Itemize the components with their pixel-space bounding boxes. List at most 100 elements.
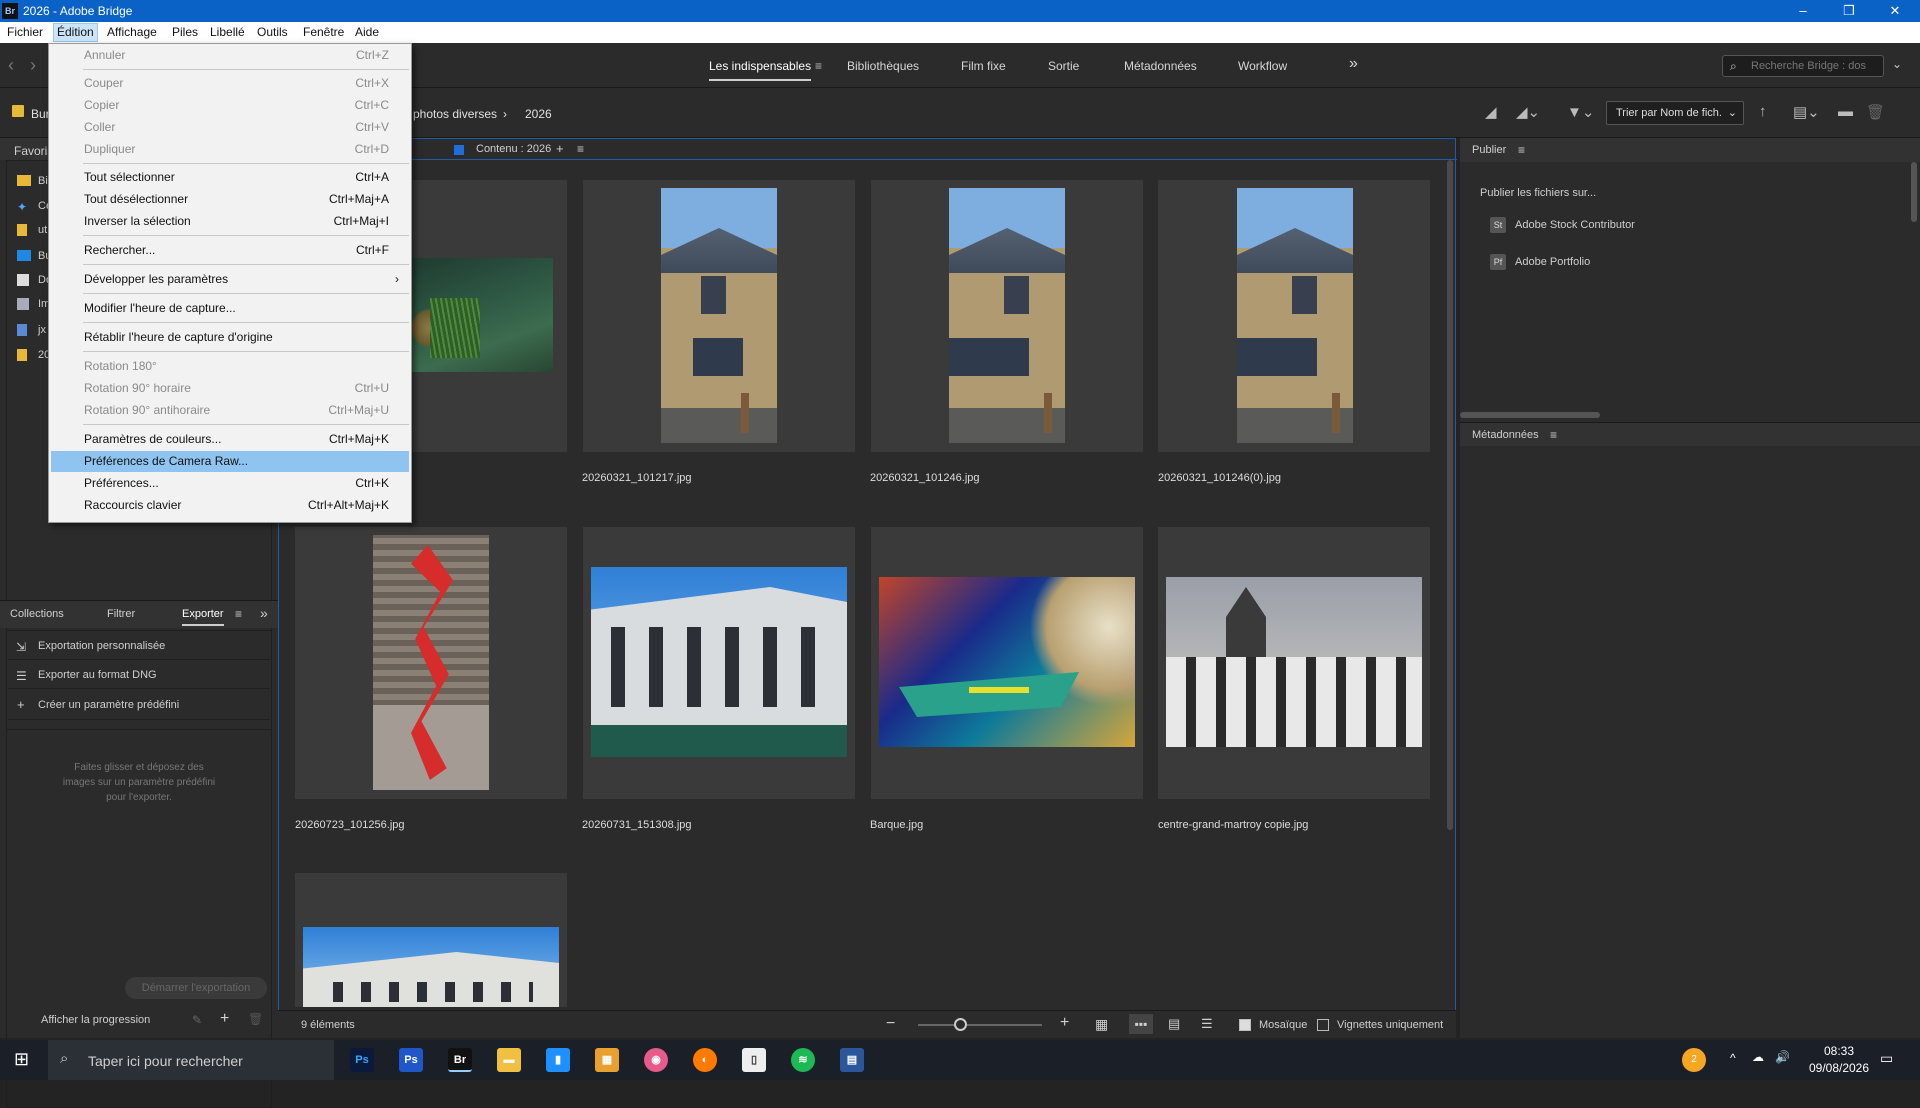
menu-item-copier[interactable]: Copier Ctrl+C bbox=[51, 95, 409, 116]
grid-lock-icon[interactable]: ▦ bbox=[1095, 1016, 1108, 1033]
more-workspaces-icon[interactable]: » bbox=[1349, 55, 1358, 73]
publish-service-portfolio[interactable]: Pf Adobe Portfolio bbox=[1490, 252, 1890, 274]
quality-icon[interactable]: ◢ bbox=[1485, 103, 1497, 121]
export-custom-item[interactable]: ⇲ Exportation personnalisée bbox=[8, 632, 270, 660]
thumbnail-cell[interactable] bbox=[871, 180, 1143, 452]
menu-fenetre[interactable]: Fenêtre bbox=[300, 25, 347, 39]
photoshop-icon[interactable]: Ps bbox=[350, 1048, 374, 1072]
workspace-menu-icon[interactable]: ≡ bbox=[815, 59, 822, 73]
menu-item-preferences-camera-raw[interactable]: Préférences de Camera Raw... bbox=[51, 451, 409, 472]
workspace-workflow[interactable]: Workflow bbox=[1238, 59, 1287, 73]
minimize-button[interactable]: – bbox=[1780, 0, 1826, 22]
menu-item-raccourcis-clavier[interactable]: Raccourcis clavier Ctrl+Alt+Maj+K bbox=[51, 495, 409, 516]
back-arrow-icon[interactable]: ‹ bbox=[8, 55, 14, 76]
publish-hscrollbar[interactable] bbox=[1460, 412, 1600, 418]
thumbnail-cell[interactable] bbox=[871, 527, 1143, 799]
content-scrollbar[interactable] bbox=[1447, 160, 1453, 830]
close-button[interactable]: ✕ bbox=[1872, 0, 1918, 22]
add-preset-icon[interactable]: + bbox=[220, 1010, 229, 1028]
sort-dropdown[interactable]: Trier par Nom de fich. ⌄ bbox=[1606, 101, 1744, 125]
weather-badge-icon[interactable]: 2 bbox=[1682, 1048, 1706, 1072]
forward-arrow-icon[interactable]: › bbox=[30, 55, 36, 76]
volume-icon[interactable]: 🔊 bbox=[1775, 1050, 1790, 1064]
firefox-icon[interactable]: ◐ bbox=[693, 1048, 717, 1072]
publish-service-stock[interactable]: St Adobe Stock Contributor bbox=[1490, 215, 1890, 237]
app-icon[interactable]: ◉ bbox=[644, 1048, 668, 1072]
export-dng-item[interactable]: ☰ Exporter au format DNG bbox=[8, 661, 270, 689]
workspace-metadata[interactable]: Métadonnées bbox=[1124, 59, 1197, 73]
metadata-title[interactable]: Métadonnées bbox=[1472, 429, 1539, 441]
filter-icon[interactable]: ▼⌄ bbox=[1567, 103, 1594, 121]
menu-item-tout-selectionner[interactable]: Tout sélectionner Ctrl+A bbox=[51, 167, 409, 188]
workspace-filmstrip[interactable]: Film fixe bbox=[961, 59, 1006, 73]
menu-item-retablir-heure[interactable]: Rétablir l'heure de capture d'origine bbox=[51, 327, 409, 348]
publish-title[interactable]: Publier bbox=[1472, 144, 1506, 156]
panel-menu-icon[interactable]: ≡ bbox=[235, 607, 242, 621]
breadcrumb-photos-diverses[interactable]: photos diverses bbox=[413, 107, 497, 121]
menu-item-dupliquer[interactable]: Dupliquer Ctrl+D bbox=[51, 139, 409, 160]
menu-item-rotation-180[interactable]: Rotation 180° bbox=[51, 356, 409, 377]
file-explorer-icon[interactable]: ▬ bbox=[497, 1048, 521, 1072]
clock-date[interactable]: 09/08/2026 bbox=[1806, 1061, 1872, 1075]
spotify-icon[interactable]: ≋ bbox=[791, 1048, 815, 1072]
favorite-item[interactable]: ut bbox=[38, 224, 47, 236]
tab-filtrer[interactable]: Filtrer bbox=[107, 608, 135, 620]
windows-start-icon[interactable]: ⊞ bbox=[14, 1049, 29, 1070]
content-menu-icon[interactable]: ≡ bbox=[577, 142, 584, 156]
restore-button[interactable]: ❐ bbox=[1826, 0, 1872, 22]
tab-exporter[interactable]: Exporter bbox=[182, 608, 224, 626]
favorite-item[interactable]: jx bbox=[38, 324, 46, 336]
search-dropdown-icon[interactable]: ⌄ bbox=[1892, 57, 1902, 71]
delete-icon[interactable]: 🗑 bbox=[1866, 103, 1885, 121]
content-tab[interactable]: Contenu : 2026 bbox=[476, 143, 551, 155]
sort-ascending-icon[interactable]: ↑ bbox=[1759, 103, 1767, 120]
list-view-icon[interactable]: ☰ bbox=[1201, 1016, 1213, 1032]
mosaic-checkbox[interactable] bbox=[1239, 1019, 1251, 1031]
show-hidden-icons[interactable]: ^ bbox=[1730, 1051, 1736, 1065]
app-icon[interactable]: ▮ bbox=[546, 1048, 570, 1072]
workspace-essentials[interactable]: Les indispensables bbox=[709, 59, 812, 81]
thumbnail-cell[interactable] bbox=[1158, 527, 1430, 799]
zoom-slider-track[interactable] bbox=[918, 1024, 1042, 1026]
menu-item-rotation-90-horaire[interactable]: Rotation 90° horaire Ctrl+U bbox=[51, 378, 409, 399]
publish-scrollbar[interactable] bbox=[1911, 162, 1917, 222]
open-recent-icon[interactable]: ▤⌄ bbox=[1793, 103, 1820, 121]
zoom-slider-handle[interactable] bbox=[954, 1018, 968, 1031]
show-progress-link[interactable]: Afficher la progression bbox=[41, 1014, 150, 1026]
edit-icon[interactable]: ✎ bbox=[192, 1013, 202, 1027]
tab-collections[interactable]: Collections bbox=[10, 608, 64, 620]
thumbnail-cell[interactable] bbox=[295, 873, 567, 1007]
search-input[interactable]: Recherche Bridge : dos bbox=[1722, 55, 1884, 77]
thumbnail-view-icon[interactable]: ▪▪▪ bbox=[1129, 1014, 1153, 1034]
expand-icon[interactable]: » bbox=[260, 605, 268, 621]
menu-item-modifier-heure[interactable]: Modifier l'heure de capture... bbox=[51, 298, 409, 319]
notifications-icon[interactable]: ▭ bbox=[1880, 1050, 1893, 1067]
menu-item-preferences[interactable]: Préférences... Ctrl+K bbox=[51, 473, 409, 494]
menu-item-rotation-90-antihoraire[interactable]: Rotation 90° antihoraire Ctrl+Maj+U bbox=[51, 400, 409, 421]
menu-item-tout-deselectionner[interactable]: Tout désélectionner Ctrl+Maj+A bbox=[51, 189, 409, 210]
clock-time[interactable]: 08:33 bbox=[1812, 1044, 1866, 1058]
thumbnail-cell[interactable] bbox=[1158, 180, 1430, 452]
menu-edition[interactable]: Édition bbox=[53, 23, 98, 42]
new-folder-icon[interactable]: ▬ bbox=[1838, 103, 1853, 120]
create-preset-item[interactable]: + Créer un paramètre prédéfini bbox=[8, 690, 270, 720]
menu-piles[interactable]: Piles bbox=[169, 25, 201, 39]
menu-item-developper-parametres[interactable]: Développer les paramètres › bbox=[51, 269, 409, 290]
photos-app-icon[interactable]: ▦ bbox=[595, 1048, 619, 1072]
menu-item-parametres-couleurs[interactable]: Paramètres de couleurs... Ctrl+Maj+K bbox=[51, 429, 409, 450]
menu-fichier[interactable]: Fichier bbox=[4, 25, 46, 39]
word-icon[interactable]: ▤ bbox=[840, 1048, 864, 1072]
details-view-icon[interactable]: ▤ bbox=[1168, 1016, 1180, 1032]
rating-filter-icon[interactable]: ◢⌄ bbox=[1516, 103, 1540, 121]
photoshop-express-icon[interactable]: Ps bbox=[399, 1048, 423, 1072]
notepad-icon[interactable]: ▯ bbox=[742, 1048, 766, 1072]
publish-menu-icon[interactable]: ≡ bbox=[1518, 143, 1525, 157]
start-export-button[interactable]: Démarrer l'exportation bbox=[125, 977, 267, 999]
workspace-libraries[interactable]: Bibliothèques bbox=[847, 59, 919, 73]
thumbnail-cell[interactable] bbox=[583, 527, 855, 799]
menu-item-coller[interactable]: Coller Ctrl+V bbox=[51, 117, 409, 138]
thumbnail-cell[interactable] bbox=[583, 180, 855, 452]
thumbnail-cell[interactable] bbox=[295, 527, 567, 799]
zoom-out-icon[interactable]: − bbox=[886, 1015, 895, 1033]
breadcrumb-bureau[interactable]: Bur bbox=[31, 107, 50, 121]
